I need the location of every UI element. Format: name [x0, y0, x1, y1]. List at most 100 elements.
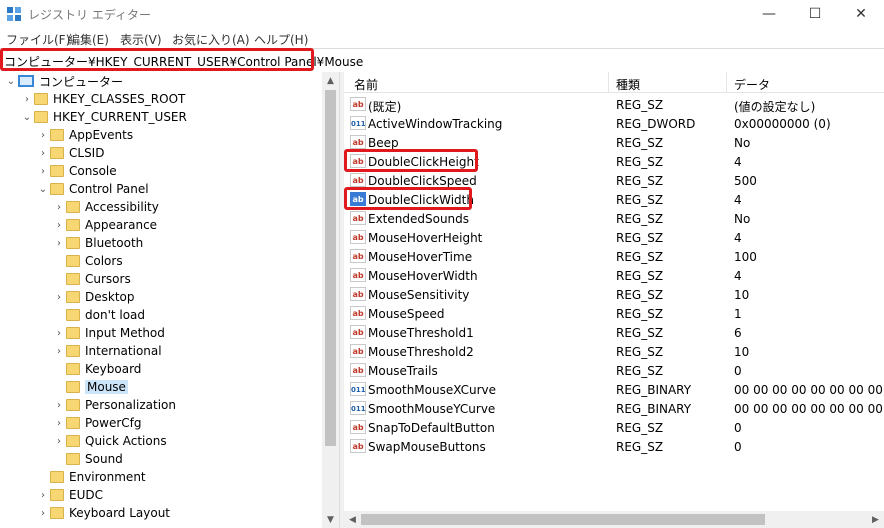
tree-item[interactable]: › Keyboard Layout — [36, 504, 170, 522]
list-item[interactable]: ab MouseTrails REG_SZ 0 — [344, 361, 884, 380]
chevron-right-icon[interactable]: › — [36, 486, 50, 504]
tree-item-label: HKEY_CLASSES_ROOT — [53, 92, 186, 106]
chevron-down-icon[interactable]: ⌄ — [36, 180, 50, 198]
string-value-icon: ab — [350, 439, 366, 453]
tree-item[interactable]: › Input Method — [52, 324, 165, 342]
computer-icon — [18, 75, 34, 87]
menu-help[interactable]: ヘルプ(H) — [254, 31, 308, 48]
chevron-right-icon[interactable]: › — [52, 288, 66, 306]
chevron-right-icon[interactable]: › — [52, 216, 66, 234]
tree-item[interactable]: › HKEY_CLASSES_ROOT — [20, 90, 185, 108]
tree-item[interactable]: › Quick Actions — [52, 432, 167, 450]
col-divider[interactable] — [608, 72, 609, 92]
value-data: 500 — [734, 174, 757, 188]
value-type: REG_SZ — [616, 136, 664, 150]
list-item[interactable]: ab SwapMouseButtons REG_SZ 0 — [344, 437, 884, 456]
col-header-data[interactable]: データ — [734, 76, 770, 93]
tree-item[interactable]: › Desktop — [52, 288, 135, 306]
chevron-right-icon — [52, 252, 66, 270]
tree-item[interactable]: › International — [52, 342, 162, 360]
tree-item[interactable]: Mouse — [52, 378, 128, 396]
tree-item[interactable]: Keyboard — [52, 360, 141, 378]
tree-item[interactable]: ⌄ コンピューター — [4, 72, 123, 90]
maximize-button[interactable]: ☐ — [792, 0, 838, 28]
scroll-right-icon[interactable]: ▶ — [867, 511, 884, 528]
window-title: レジストリ エディター — [28, 8, 151, 22]
scroll-down-icon[interactable]: ▼ — [322, 511, 339, 528]
chevron-right-icon[interactable]: › — [52, 234, 66, 252]
minimize-button[interactable]: — — [746, 0, 792, 28]
list-item[interactable]: ab MouseThreshold1 REG_SZ 6 — [344, 323, 884, 342]
list-item[interactable]: ab SnapToDefaultButton REG_SZ 0 — [344, 418, 884, 437]
value-type: REG_SZ — [616, 250, 664, 264]
chevron-down-icon[interactable]: ⌄ — [4, 72, 18, 90]
chevron-right-icon[interactable]: › — [52, 396, 66, 414]
list-item[interactable]: ab ExtendedSounds REG_SZ No — [344, 209, 884, 228]
tree-item[interactable]: › AppEvents — [36, 126, 133, 144]
value-type: REG_SZ — [616, 364, 664, 378]
tree-item[interactable]: › EUDC — [36, 486, 103, 504]
tree-item[interactable]: ⌄ Control Panel — [36, 180, 149, 198]
chevron-right-icon[interactable]: › — [52, 432, 66, 450]
value-data: 4 — [734, 269, 742, 283]
value-type: REG_SZ — [616, 345, 664, 359]
value-type: REG_SZ — [616, 288, 664, 302]
col-divider[interactable] — [726, 72, 727, 92]
list-item[interactable]: ab MouseHoverTime REG_SZ 100 — [344, 247, 884, 266]
col-header-type[interactable]: 種類 — [616, 76, 640, 93]
tree-vertical-scrollbar[interactable]: ▲ ▼ — [322, 72, 339, 528]
close-button[interactable]: ✕ — [838, 0, 884, 28]
chevron-right-icon[interactable]: › — [36, 162, 50, 180]
menu-file[interactable]: ファイル(F) — [6, 31, 70, 48]
menu-view[interactable]: 表示(V) — [120, 31, 162, 48]
list-item[interactable]: 011 ActiveWindowTracking REG_DWORD 0x000000… — [344, 114, 884, 133]
list-item[interactable]: ab MouseSpeed REG_SZ 1 — [344, 304, 884, 323]
menu-favorites[interactable]: お気に入り(A) — [172, 31, 250, 48]
scroll-left-icon[interactable]: ◀ — [344, 511, 361, 528]
tree-item-label: CLSID — [69, 146, 105, 160]
scroll-up-icon[interactable]: ▲ — [322, 72, 339, 89]
chevron-right-icon[interactable]: › — [52, 342, 66, 360]
col-header-name[interactable]: 名前 — [354, 76, 378, 93]
tree-item[interactable]: ⌄ HKEY_CURRENT_USER — [20, 108, 187, 126]
chevron-right-icon[interactable]: › — [36, 504, 50, 522]
tree-item[interactable]: Colors — [52, 252, 123, 270]
chevron-right-icon[interactable]: › — [36, 144, 50, 162]
value-name: SnapToDefaultButton — [368, 421, 495, 435]
tree-item[interactable]: don't load — [52, 306, 145, 324]
chevron-right-icon[interactable]: › — [36, 126, 50, 144]
tree-item[interactable]: Environment — [36, 468, 146, 486]
value-data: 0 — [734, 421, 742, 435]
tree-item-label: Keyboard Layout — [69, 506, 171, 520]
list-item[interactable]: ab (既定) REG_SZ (値の設定なし) — [344, 95, 884, 114]
list-item[interactable]: ab MouseHoverHeight REG_SZ 4 — [344, 228, 884, 247]
list-item[interactable]: ab MouseHoverWidth REG_SZ 4 — [344, 266, 884, 285]
list-item[interactable]: ab MouseSensitivity REG_SZ 10 — [344, 285, 884, 304]
list-item[interactable]: 011 SmoothMouseYCurve REG_BINARY 00 00 00 0… — [344, 399, 884, 418]
tree-item[interactable]: › Bluetooth — [52, 234, 143, 252]
menu-edit[interactable]: 編集(E) — [68, 31, 109, 48]
tree-item[interactable]: › PowerCfg — [52, 414, 142, 432]
string-value-icon: ab — [350, 230, 366, 244]
list-horizontal-scrollbar[interactable]: ◀ ▶ — [344, 511, 884, 528]
tree-item[interactable]: › CLSID — [36, 144, 104, 162]
chevron-right-icon — [52, 450, 66, 468]
tree-item[interactable]: › Accessibility — [52, 198, 159, 216]
scrollbar-thumb[interactable] — [325, 90, 336, 446]
chevron-right-icon[interactable]: › — [52, 324, 66, 342]
list-item[interactable]: ab MouseThreshold2 REG_SZ 10 — [344, 342, 884, 361]
tree-item[interactable]: › Personalization — [52, 396, 176, 414]
tree-item[interactable]: › Appearance — [52, 216, 157, 234]
tree-item-label: Environment — [69, 470, 146, 484]
chevron-down-icon[interactable]: ⌄ — [20, 108, 34, 126]
chevron-right-icon[interactable]: › — [52, 414, 66, 432]
list-item[interactable]: 011 SmoothMouseXCurve REG_BINARY 00 00 00 0… — [344, 380, 884, 399]
tree-item[interactable]: Cursors — [52, 270, 131, 288]
scrollbar-thumb[interactable] — [361, 514, 765, 525]
folder-icon — [50, 507, 64, 519]
chevron-right-icon[interactable]: › — [20, 90, 34, 108]
tree-item[interactable]: Sound — [52, 450, 123, 468]
tree-item[interactable]: › Console — [36, 162, 117, 180]
value-highlight-box — [344, 187, 472, 210]
chevron-right-icon[interactable]: › — [52, 198, 66, 216]
